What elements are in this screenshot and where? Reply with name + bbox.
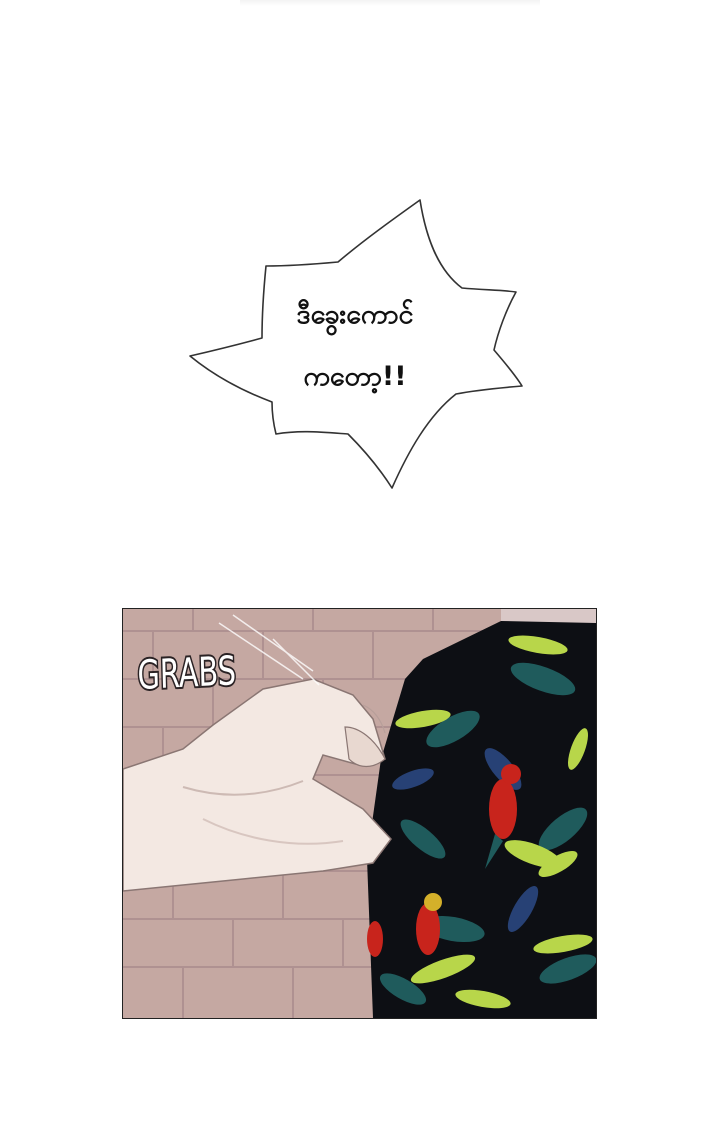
- spiky-bubble-shape: [189, 199, 523, 489]
- comic-panel: GRABS: [122, 608, 597, 1019]
- comic-page: ဒီခွေးကောင် ကတော့!! GRABS: [0, 0, 720, 1122]
- speech-line-2: ကတော့!!: [303, 361, 407, 392]
- sound-effect-text: GRABS: [135, 647, 238, 701]
- speech-bubble: ဒီခွေးကောင် ကတော့!!: [180, 190, 530, 500]
- speech-line-1: ဒီခွေးကောင်: [296, 299, 414, 330]
- previous-panel-edge: [240, 0, 540, 6]
